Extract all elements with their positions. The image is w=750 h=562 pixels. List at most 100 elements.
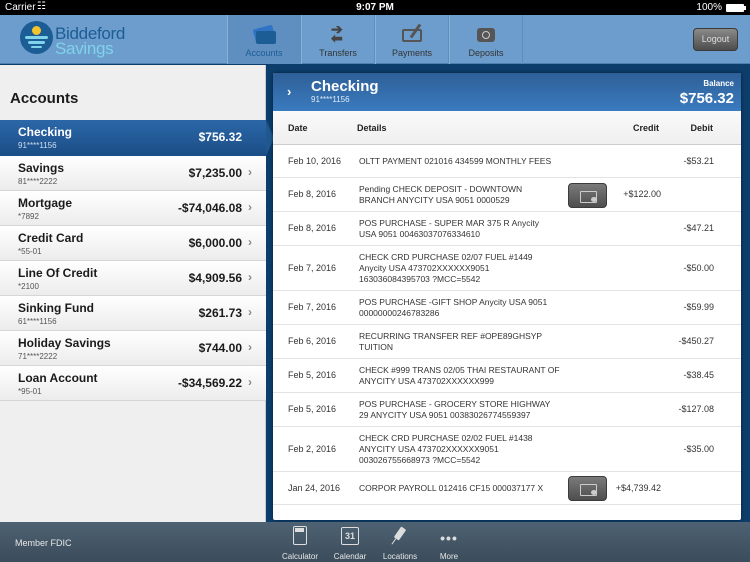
transaction-date: Feb 8, 2016	[288, 189, 337, 199]
transaction-details-line: RECURRING TRANSFER REF #OPE89GHSYP	[359, 331, 543, 341]
account-balance: $7,235.00	[188, 166, 242, 180]
transaction-details-line: ANYCITY USA 473702XXXXXX999	[359, 376, 494, 386]
transaction-details: RECURRING TRANSFER REF #OPE89GHSYP TUITIO…	[359, 331, 569, 353]
account-number: *55-01	[18, 247, 42, 256]
logout-button[interactable]: Logout	[693, 28, 738, 51]
calendar-icon: 31	[340, 526, 360, 546]
tab-label: Payments	[391, 48, 433, 58]
transaction-row[interactable]: Feb 5, 2016 POS PURCHASE - GROCERY STORE …	[273, 393, 741, 427]
transaction-details-line: CHECK CRD PURCHASE 02/02 FUEL #1438	[359, 433, 533, 443]
clock: 9:07 PM	[356, 2, 394, 13]
account-item-credit-card[interactable]: Credit Card *55-01 $6,000.00 ›	[0, 226, 266, 261]
transaction-date: Feb 6, 2016	[288, 336, 337, 346]
transaction-row[interactable]: Feb 2, 2016 CHECK CRD PURCHASE 02/02 FUEL…	[273, 427, 741, 472]
transaction-details: Pending CHECK DEPOSIT - DOWNTOWN BRANCH A…	[359, 184, 569, 206]
account-item-line-of-credit[interactable]: Line Of Credit *2100 $4,909.56 ›	[0, 261, 266, 296]
account-balance: -$74,046.08	[177, 201, 242, 215]
battery-percent: 100%	[696, 2, 722, 13]
transaction-date: Feb 2, 2016	[288, 444, 337, 454]
transaction-details: POS PURCHASE - SUPER MAR 375 R Anycity US…	[359, 218, 569, 240]
transaction-row[interactable]: Feb 8, 2016 POS PURCHASE - SUPER MAR 375 …	[273, 212, 741, 246]
more-button[interactable]: ••• More	[424, 526, 474, 561]
pushpin-icon	[390, 526, 410, 546]
transaction-date: Feb 10, 2016	[288, 156, 342, 166]
account-number: *95-01	[18, 387, 42, 396]
more-label: More	[439, 552, 459, 561]
account-balance: $756.32	[198, 130, 242, 144]
check-pen-icon	[400, 23, 424, 45]
transaction-row[interactable]: Feb 5, 2016 CHECK #999 TRANS 02/05 THAI R…	[273, 359, 741, 393]
locations-button[interactable]: Locations	[375, 526, 425, 561]
account-item-sinking-fund[interactable]: Sinking Fund 61****1156 $261.73 ›	[0, 296, 266, 331]
account-detail-header: › Checking 91****1156 Balance $756.32	[273, 73, 741, 111]
transaction-details: POS PURCHASE -GIFT SHOP Anycity USA 9051…	[359, 297, 569, 319]
account-item-loan-account[interactable]: Loan Account *95-01 -$34,569.22 ›	[0, 366, 266, 401]
column-credit: Credit	[632, 123, 659, 133]
account-number: *7892	[18, 212, 39, 221]
tab-transfers[interactable]: ➔ ⬅ Transfers	[301, 15, 375, 64]
calculator-label: Calculator	[281, 552, 318, 561]
status-bar: Carrier ☷ 9:07 PM 100%	[0, 0, 750, 15]
transaction-row[interactable]: Feb 10, 2016 OLTT PAYMENT 021016 434599 M…	[273, 145, 741, 178]
transaction-debit: -$47.21	[683, 223, 714, 233]
transaction-row[interactable]: Feb 7, 2016 POS PURCHASE -GIFT SHOP Anyci…	[273, 291, 741, 325]
transaction-row[interactable]: Feb 8, 2016 Pending CHECK DEPOSIT - DOWNT…	[273, 178, 741, 212]
account-name: Checking	[18, 125, 73, 139]
more-dots-icon: •••	[440, 530, 458, 546]
account-item-savings[interactable]: Savings 81****2222 $7,235.00 ›	[0, 156, 266, 191]
bank-logo[interactable]: Biddeford Savings	[20, 21, 140, 59]
transaction-details-line: 29 ANYCITY USA 9051 00383026774559397	[359, 410, 531, 420]
account-balance: -$34,569.22	[177, 376, 242, 390]
tab-deposits[interactable]: Deposits	[449, 15, 523, 64]
account-name: Sinking Fund	[18, 301, 94, 315]
tab-label: Transfers	[319, 48, 357, 58]
transaction-details-line: USA 9051 00463037076334610	[359, 229, 481, 239]
calendar-button[interactable]: 31 Calendar	[325, 526, 375, 561]
camera-icon	[474, 23, 498, 45]
transaction-details-line: Pending CHECK DEPOSIT - DOWNTOWN	[359, 184, 523, 194]
transaction-row[interactable]: Feb 7, 2016 CHECK CRD PURCHASE 02/07 FUEL…	[273, 246, 741, 291]
transaction-details-line: CORPOR PAYROLL 012416 CF15 000037177 X	[359, 483, 544, 493]
transaction-details: CHECK CRD PURCHASE 02/07 FUEL #1449 Anyci…	[359, 252, 569, 285]
view-check-image-button[interactable]	[568, 183, 607, 208]
transaction-date: Feb 7, 2016	[288, 263, 337, 273]
account-item-mortgage[interactable]: Mortgage *7892 -$74,046.08 ›	[0, 191, 266, 226]
tab-payments[interactable]: Payments	[375, 15, 449, 64]
transaction-debit: -$38.45	[683, 370, 714, 380]
account-balance: $4,909.56	[188, 271, 242, 285]
account-number: 91****1156	[18, 141, 57, 150]
calculator-button[interactable]: Calculator	[275, 526, 325, 561]
account-number: 61****1156	[18, 317, 57, 326]
transaction-details: CORPOR PAYROLL 012416 CF15 000037177 X	[359, 483, 569, 494]
transaction-date: Feb 7, 2016	[288, 302, 337, 312]
account-item-checking[interactable]: Checking 91****1156 $756.32	[0, 120, 274, 156]
tab-label: Accounts	[245, 48, 283, 58]
view-check-image-button[interactable]	[568, 476, 607, 501]
transfer-arrows-icon: ➔ ⬅	[331, 21, 343, 46]
transaction-details-line: BRANCH ANYCITY USA 9051 0000529	[359, 195, 510, 205]
column-debit: Debit	[690, 123, 714, 133]
chevron-right-icon: ›	[248, 340, 252, 354]
load-more-label: Pull up to load more...	[273, 519, 741, 520]
chevron-right-icon[interactable]: ›	[287, 84, 291, 99]
locations-label: Locations	[382, 552, 418, 561]
transaction-debit: -$35.00	[683, 444, 714, 454]
transaction-row[interactable]: Feb 6, 2016 RECURRING TRANSFER REF #OPE89…	[273, 325, 741, 359]
transaction-details: CHECK #999 TRANS 02/05 THAI RESTAURANT O…	[359, 365, 569, 387]
account-balance: $261.73	[198, 306, 242, 320]
calculator-icon	[290, 526, 310, 546]
account-item-holiday-savings[interactable]: Holiday Savings 71****2222 $744.00 ›	[0, 331, 266, 366]
transaction-debit: -$127.08	[678, 404, 714, 414]
logo-text-savings: Savings	[55, 39, 114, 58]
transaction-date: Feb 8, 2016	[288, 223, 337, 233]
load-more-row[interactable]: Pull up to load more...	[273, 505, 741, 520]
tab-label: Deposits	[468, 48, 504, 58]
transaction-details-line: 003026755668973 ?MCC=5542	[359, 455, 481, 465]
chevron-right-icon: ›	[248, 235, 252, 249]
transaction-credit: +$4,739.42	[615, 483, 661, 493]
transaction-details-line: ANYCITY USA 473702XXXXXX9051	[359, 444, 499, 454]
transaction-row[interactable]: Jan 24, 2016 CORPOR PAYROLL 012416 CF15 0…	[273, 472, 741, 505]
transaction-details-line: CHECK #999 TRANS 02/05 THAI RESTAURANT O…	[359, 365, 560, 375]
transaction-debit: -$50.00	[683, 263, 714, 273]
tab-accounts[interactable]: Accounts	[227, 15, 301, 64]
